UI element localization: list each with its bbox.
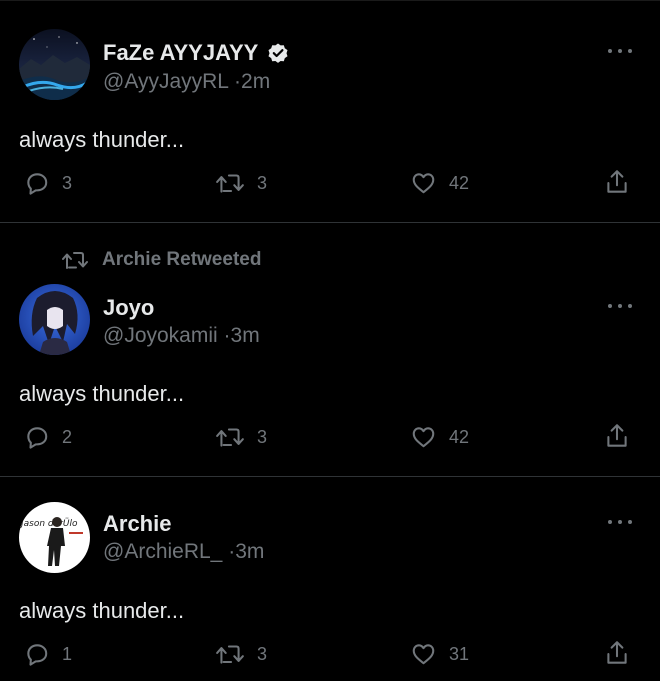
display-name-text[interactable]: Archie	[103, 511, 171, 537]
tweet-2[interactable]: Archie Retweeted Joyo @Joyokamii ·3m alw…	[0, 223, 660, 476]
separator: ·	[223, 324, 231, 347]
avatar[interactable]	[19, 284, 90, 355]
tweet-text: always thunder...	[19, 381, 185, 406]
like-count: 31	[449, 643, 470, 664]
retweet-icon	[216, 645, 244, 664]
share-icon	[607, 641, 627, 664]
heart-icon	[412, 173, 435, 194]
share-icon	[607, 424, 627, 447]
like-button[interactable]: 42	[410, 170, 469, 196]
reply-icon	[27, 644, 48, 666]
reply-icon	[27, 173, 48, 195]
timestamp[interactable]: 3m	[231, 324, 260, 347]
retweet-button[interactable]: 3	[215, 170, 267, 196]
handle[interactable]: @ArchieRL_	[103, 540, 222, 563]
handle-line: @AyyJayyRL ·2m	[103, 70, 270, 94]
share-button[interactable]	[604, 639, 630, 667]
like-count: 42	[449, 172, 470, 193]
retweet-button[interactable]: 3	[215, 641, 267, 667]
handle-line: @Joyokamii ·3m	[103, 324, 260, 348]
retweet-icon	[216, 428, 244, 447]
share-button[interactable]	[604, 168, 630, 196]
handle[interactable]: @Joyokamii	[103, 324, 218, 347]
handle-line: @ArchieRL_ ·3m	[103, 540, 264, 564]
anime-character-avatar-image	[19, 284, 90, 355]
more-options-icon[interactable]	[608, 518, 632, 526]
avatar-logo-text: Jason derÜlo	[19, 518, 78, 529]
tweet-1[interactable]: FaZe AYYJAYY @AyyJayyRL ·2m always thund…	[0, 0, 660, 222]
like-count: 42	[449, 426, 470, 447]
timestamp[interactable]: 2m	[241, 70, 270, 93]
verified-badge-icon	[268, 43, 288, 63]
share-icon	[607, 170, 627, 193]
retweet-context[interactable]: Archie Retweeted	[60, 248, 261, 272]
more-options-icon[interactable]	[608, 47, 632, 55]
share-button[interactable]	[604, 422, 630, 450]
display-name-text[interactable]: FaZe AYYJAYY	[103, 40, 258, 66]
avatar[interactable]	[19, 29, 90, 100]
night-landscape-avatar-image	[19, 29, 90, 100]
display-name[interactable]: Archie	[103, 511, 171, 537]
handle[interactable]: @AyyJayyRL	[103, 70, 228, 93]
jason-derulo-avatar-image: Jason derÜlo	[19, 502, 90, 573]
reply-button[interactable]: 3	[24, 170, 72, 196]
retweet-button[interactable]: 3	[215, 424, 267, 450]
display-name[interactable]: FaZe AYYJAYY	[103, 40, 290, 66]
tweet-text: always thunder...	[19, 598, 185, 623]
retweet-count: 3	[257, 426, 268, 447]
retweet-icon	[216, 174, 244, 193]
reply-button[interactable]: 2	[24, 424, 72, 450]
timestamp[interactable]: 3m	[235, 540, 264, 563]
reply-count: 2	[62, 426, 73, 447]
heart-icon	[412, 644, 435, 665]
tweet-3[interactable]: Jason derÜlo Archie @ArchieRL_ ·3m alway…	[0, 477, 660, 681]
separator: ·	[234, 70, 242, 93]
like-button[interactable]: 31	[410, 641, 469, 667]
retweet-context-text: Archie Retweeted	[102, 249, 262, 270]
tweet-text: always thunder...	[19, 127, 185, 152]
more-options-icon[interactable]	[608, 302, 632, 310]
display-name[interactable]: Joyo	[103, 295, 154, 321]
display-name-text[interactable]: Joyo	[103, 295, 154, 321]
reply-icon	[27, 427, 48, 449]
reply-count: 3	[62, 172, 73, 193]
retweet-count: 3	[257, 172, 268, 193]
reply-count: 1	[62, 643, 73, 664]
retweet-count: 3	[257, 643, 268, 664]
heart-icon	[412, 427, 435, 448]
retweet-context-icon	[62, 252, 88, 269]
avatar[interactable]: Jason derÜlo	[19, 502, 90, 573]
like-button[interactable]: 42	[410, 424, 469, 450]
reply-button[interactable]: 1	[24, 641, 72, 667]
timeline-feed: FaZe AYYJAYY @AyyJayyRL ·2m always thund…	[0, 0, 660, 681]
